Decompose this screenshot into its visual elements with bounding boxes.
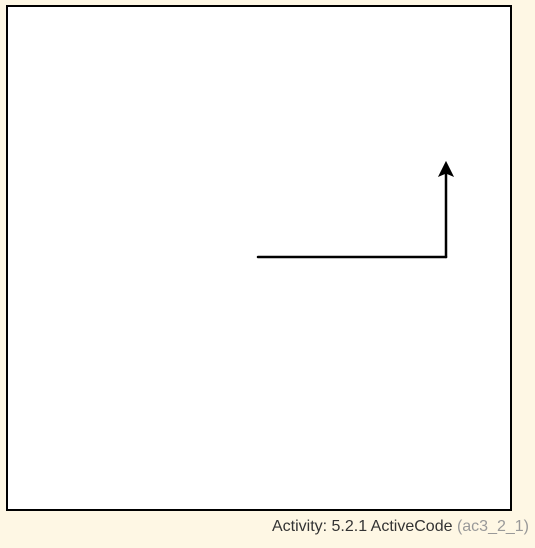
activity-label: Activity: 5.2.1 ActiveCode (271, 518, 453, 535)
activity-code-id: (ac3_2_1) (456, 518, 529, 535)
activity-caption: Activity: 5.2.1 ActiveCode (ac3_2_1) (272, 518, 529, 536)
turtle-canvas (6, 5, 512, 511)
turtle-drawing (256, 160, 455, 259)
